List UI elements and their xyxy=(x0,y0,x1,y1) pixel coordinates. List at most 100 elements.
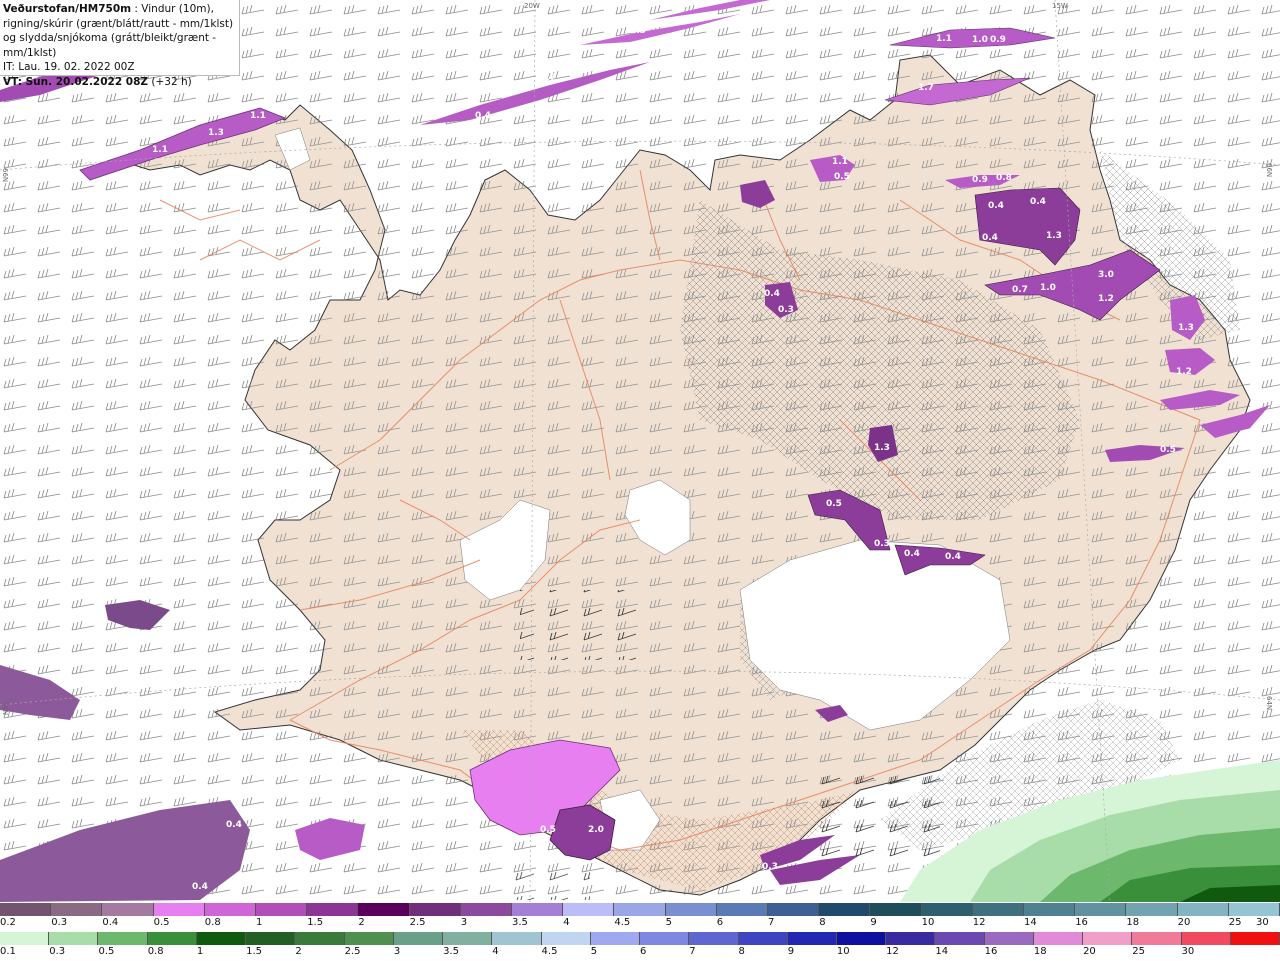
legend-tick-label: 6 xyxy=(640,946,647,957)
legend-swatch xyxy=(886,932,936,945)
legend-swatch xyxy=(256,903,308,916)
precip-label: 0.4 xyxy=(904,549,920,559)
legend-tick-label: 2.5 xyxy=(409,917,426,928)
legend-swatch xyxy=(153,903,205,916)
legend-swatch xyxy=(1177,903,1229,916)
grid-label-66n-left: 66N xyxy=(1,168,9,182)
precip-label: 3.0 xyxy=(1098,270,1114,280)
legend-tick-label: 4.5 xyxy=(541,946,558,957)
precip-label: 1.7 xyxy=(540,73,556,83)
legend-swatch xyxy=(0,932,50,945)
precip-label: 0.3 xyxy=(874,539,890,549)
precip-label: 0.5 xyxy=(540,825,556,835)
legend-swatch xyxy=(512,903,564,916)
legend-swatch xyxy=(295,932,345,945)
precip-label: 1.3 xyxy=(208,128,224,138)
legend-swatch xyxy=(246,932,296,945)
legend-tick-label: 25 xyxy=(1132,946,1146,957)
legend-tick-label: 16 xyxy=(984,946,998,957)
legend-swatch xyxy=(836,932,887,945)
legend-swatch xyxy=(921,903,973,916)
precip-label: 0.3 xyxy=(762,862,778,872)
legend-tick-label: 0.3 xyxy=(49,946,66,957)
legend-swatch xyxy=(738,932,788,945)
legend-tick-label: 1.5 xyxy=(246,946,263,957)
legend-tick-label: 0.8 xyxy=(204,917,221,928)
legend-tick-label: 6 xyxy=(716,917,724,928)
legend-swatch xyxy=(358,903,410,916)
legend-swatch xyxy=(393,932,444,945)
legend-swatch xyxy=(984,932,1034,945)
legend-swatch xyxy=(1126,903,1178,916)
legend-tick-label: 4 xyxy=(563,917,570,928)
legend-swatch xyxy=(1228,903,1280,916)
legend-tick-label: 0.5 xyxy=(153,917,170,928)
legend-swatch xyxy=(409,903,461,916)
valid-time: VT: Sun. 20.02.2022 08Z xyxy=(3,75,149,88)
legend-tick-label: 8 xyxy=(738,946,745,957)
legend-swatch xyxy=(1075,903,1127,916)
legend-swatch xyxy=(0,903,52,916)
legend-swatch xyxy=(51,903,103,916)
legend-rain-swatches xyxy=(0,932,1280,945)
precip-label: 1.3 xyxy=(1178,323,1194,333)
legend-tick-label: 5 xyxy=(590,946,598,957)
legend-swatch xyxy=(49,932,99,945)
legend-tick-label: 0.5 xyxy=(98,946,115,957)
valid-time-line: VT: Sun. 20.02.2022 08Z (+32 h) xyxy=(3,75,236,90)
map-title-line: Veðurstofan/HM750m : Vindur (10m), rigni… xyxy=(3,2,236,60)
legend-tick-label: 30 xyxy=(1181,946,1195,957)
legend-swatch xyxy=(787,932,837,945)
legend-swatch xyxy=(665,903,717,916)
legend-swatch xyxy=(1230,932,1280,945)
legend-tick-label: 25 xyxy=(1228,917,1242,928)
legend-snow-swatches xyxy=(0,903,1280,916)
legend-swatch xyxy=(98,932,148,945)
precip-label: 1.1 xyxy=(250,111,266,121)
precip-label: 0.4 xyxy=(226,820,242,830)
legend-swatch xyxy=(204,903,257,916)
precip-label: 1.1 xyxy=(152,145,168,155)
grid-label-64n-right: 64N xyxy=(1265,696,1273,710)
legend-rain: 0.1 0.3 0.5 0.8 1 1.5 2 2.5 3 3.5 4 4.5 5 6 7 8 9 10 12 14 1… xyxy=(0,932,1280,961)
legend-tick-label: 1 xyxy=(256,917,263,928)
precip-label: 0.9 xyxy=(990,35,1006,45)
legend-tick-label: 3.5 xyxy=(443,946,459,957)
legend-swatch xyxy=(307,903,359,916)
legend-tick-label: 8 xyxy=(819,917,826,928)
legend-swatch xyxy=(1083,932,1133,945)
precip-label: 0.8 xyxy=(996,173,1012,183)
grid-label-15w: 15W xyxy=(1052,2,1068,10)
legend-tick-label: 16 xyxy=(1075,917,1088,928)
legend-tick-label: 20 xyxy=(1177,917,1191,928)
legend-tick-label: 18 xyxy=(1126,917,1140,928)
legend-swatch xyxy=(870,903,922,916)
precip-label: 0.5 xyxy=(826,499,842,509)
precip-label: 0.5 xyxy=(1160,445,1176,455)
weather-map[interactable]: 20W 15W 66N 66N 64N 64N 1.1 1.3 1.1 1.3 … xyxy=(0,0,1280,902)
precip-label: 1.0 xyxy=(972,35,988,45)
precip-label: 0.4 xyxy=(988,201,1004,211)
legend-tick-label: 4.5 xyxy=(614,917,631,928)
legend-tick-label: 1.5 xyxy=(307,917,324,928)
legend-swatch xyxy=(689,932,739,945)
legend-swatch xyxy=(563,903,615,916)
legend-tick-label: 3 xyxy=(393,946,401,957)
legend-swatch xyxy=(443,932,493,945)
legend-tick-label: 0.1 xyxy=(0,946,16,957)
legend-swatch xyxy=(972,903,1025,916)
legend-swatch xyxy=(935,932,985,945)
precip-label: 2.0 xyxy=(588,825,604,835)
legend-tick-label: 12 xyxy=(886,946,899,957)
precip-label: 0.5 xyxy=(834,172,850,182)
init-time: IT: Lau. 19. 02. 2022 00Z xyxy=(3,61,135,73)
precip-label: 1.2 xyxy=(1176,367,1192,377)
legend-tick-label: 14 xyxy=(1024,917,1037,928)
precip-label: 0.3 xyxy=(778,305,794,315)
precip-label: 0.2 xyxy=(884,879,900,889)
legend-tick-label: 2.5 xyxy=(344,946,361,957)
legend-tick-label: 12 xyxy=(972,917,986,928)
legend-swatch xyxy=(768,903,820,916)
legend-snow-ticks: 0.2 0.3 0.4 0.5 0.8 1 1.5 2 2.5 3 3.5 4 4.5 5 6 7 8 9 10 12… xyxy=(0,917,1280,932)
grid-label-66n-right: 66N xyxy=(1265,163,1273,177)
